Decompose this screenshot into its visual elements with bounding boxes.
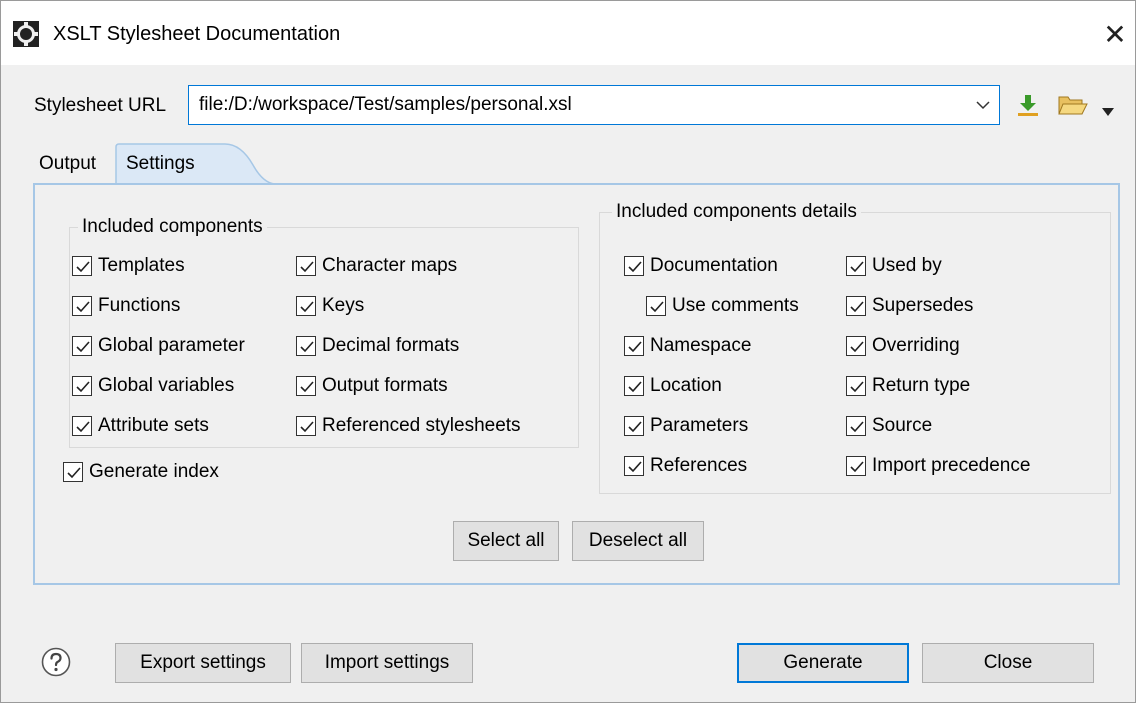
checkbox-label: Generate index (89, 461, 219, 482)
checkbox-box[interactable] (846, 456, 866, 476)
checkbox-label: Import precedence (872, 455, 1031, 476)
checkbox-references[interactable]: References (624, 454, 747, 478)
stylesheet-url-label: Stylesheet URL (34, 95, 167, 116)
checkbox-box[interactable] (72, 416, 92, 436)
checkbox-label: Character maps (322, 255, 458, 276)
checkbox-label: Source (872, 415, 933, 436)
checkbox-box[interactable] (72, 256, 92, 276)
checkbox-box[interactable] (72, 376, 92, 396)
import-settings-button[interactable]: Import settings (301, 643, 473, 683)
checkbox-box[interactable] (846, 376, 866, 396)
checkbox-referenced-stylesheets[interactable]: Referenced stylesheets (296, 414, 521, 438)
checkbox-label: Use comments (672, 295, 799, 316)
checkbox-label: Global variables (98, 375, 235, 396)
checkbox-label: Keys (322, 295, 365, 316)
help-icon[interactable] (41, 647, 71, 677)
checkbox-used-by[interactable]: Used by (846, 254, 942, 278)
included-components-details-title: Included components details (612, 201, 861, 223)
folder-open-icon[interactable] (1058, 93, 1088, 117)
checkbox-box[interactable] (624, 256, 644, 276)
checkbox-box[interactable] (846, 336, 866, 356)
app-icon (13, 21, 39, 47)
export-settings-button[interactable]: Export settings (115, 643, 291, 683)
checkbox-label: Return type (872, 375, 971, 396)
checkbox-box[interactable] (296, 336, 316, 356)
checkbox-keys[interactable]: Keys (296, 294, 364, 318)
generate-button[interactable]: Generate (737, 643, 909, 683)
checkbox-location[interactable]: Location (624, 374, 722, 398)
checkbox-label: Parameters (650, 415, 749, 436)
checkbox-functions[interactable]: Functions (72, 294, 180, 318)
checkbox-box[interactable] (624, 456, 644, 476)
caret-down-icon[interactable] (1102, 101, 1114, 116)
checkbox-global-parameter[interactable]: Global parameter (72, 334, 245, 358)
checkbox-box[interactable] (624, 416, 644, 436)
tab-settings[interactable]: Settings (126, 153, 195, 175)
included-components-group: Included components Templates Functions … (69, 216, 579, 448)
checkbox-import-precedence[interactable]: Import precedence (846, 454, 1030, 478)
checkbox-box[interactable] (846, 296, 866, 316)
checkbox-global-variables[interactable]: Global variables (72, 374, 234, 398)
checkbox-box[interactable] (296, 296, 316, 316)
checkbox-label: Documentation (650, 255, 778, 276)
checkbox-decimal-formats[interactable]: Decimal formats (296, 334, 459, 358)
checkbox-box[interactable] (624, 336, 644, 356)
deselect-all-button[interactable]: Deselect all (572, 521, 704, 561)
checkbox-label: Used by (872, 255, 942, 276)
window-title: XSLT Stylesheet Documentation (53, 23, 341, 45)
checkbox-overriding[interactable]: Overriding (846, 334, 960, 358)
checkbox-templates[interactable]: Templates (72, 254, 185, 278)
checkbox-label: Referenced stylesheets (322, 415, 521, 436)
checkbox-label: Namespace (650, 335, 752, 356)
checkbox-generate-index[interactable]: Generate index (63, 460, 219, 484)
close-button[interactable]: Close (922, 643, 1094, 683)
checkbox-box[interactable] (296, 376, 316, 396)
checkbox-label: Decimal formats (322, 335, 460, 356)
checkbox-label: Templates (98, 255, 185, 276)
checkbox-character-maps[interactable]: Character maps (296, 254, 457, 278)
checkbox-source[interactable]: Source (846, 414, 932, 438)
tab-output[interactable]: Output (39, 153, 96, 175)
checkbox-label: Supersedes (872, 295, 974, 316)
checkbox-box[interactable] (296, 416, 316, 436)
checkbox-box[interactable] (846, 416, 866, 436)
checkbox-attribute-sets[interactable]: Attribute sets (72, 414, 209, 438)
settings-panel: Included components Templates Functions … (33, 183, 1120, 585)
checkbox-box[interactable] (624, 376, 644, 396)
download-icon[interactable] (1016, 93, 1040, 117)
checkbox-box[interactable] (646, 296, 666, 316)
title-bar: XSLT Stylesheet Documentation ✕ (1, 1, 1135, 65)
checkbox-label: Attribute sets (98, 415, 209, 436)
dialog-window: XSLT Stylesheet Documentation ✕ Styleshe… (0, 0, 1136, 703)
included-components-details-group: Included components details Documentatio… (599, 201, 1111, 494)
checkbox-label: Overriding (872, 335, 960, 356)
checkbox-box[interactable] (846, 256, 866, 276)
checkbox-use-comments[interactable]: Use comments (646, 294, 799, 318)
included-components-title: Included components (78, 216, 267, 238)
checkbox-label: Location (650, 375, 722, 396)
checkbox-label: Output formats (322, 375, 448, 396)
checkbox-box[interactable] (72, 336, 92, 356)
chevron-down-icon[interactable] (973, 95, 993, 115)
stylesheet-url-input[interactable] (199, 86, 959, 124)
checkbox-box[interactable] (72, 296, 92, 316)
checkbox-label: Global parameter (98, 335, 245, 356)
checkbox-label: References (650, 455, 748, 476)
checkbox-namespace[interactable]: Namespace (624, 334, 751, 358)
checkbox-return-type[interactable]: Return type (846, 374, 970, 398)
select-all-button[interactable]: Select all (453, 521, 559, 561)
stylesheet-url-combo[interactable] (188, 85, 1000, 125)
checkbox-box[interactable] (296, 256, 316, 276)
checkbox-box[interactable] (63, 462, 83, 482)
checkbox-label: Functions (98, 295, 181, 316)
checkbox-output-formats[interactable]: Output formats (296, 374, 448, 398)
close-window-icon[interactable]: ✕ (1099, 19, 1131, 51)
checkbox-parameters[interactable]: Parameters (624, 414, 748, 438)
checkbox-supersedes[interactable]: Supersedes (846, 294, 973, 318)
checkbox-documentation[interactable]: Documentation (624, 254, 778, 278)
